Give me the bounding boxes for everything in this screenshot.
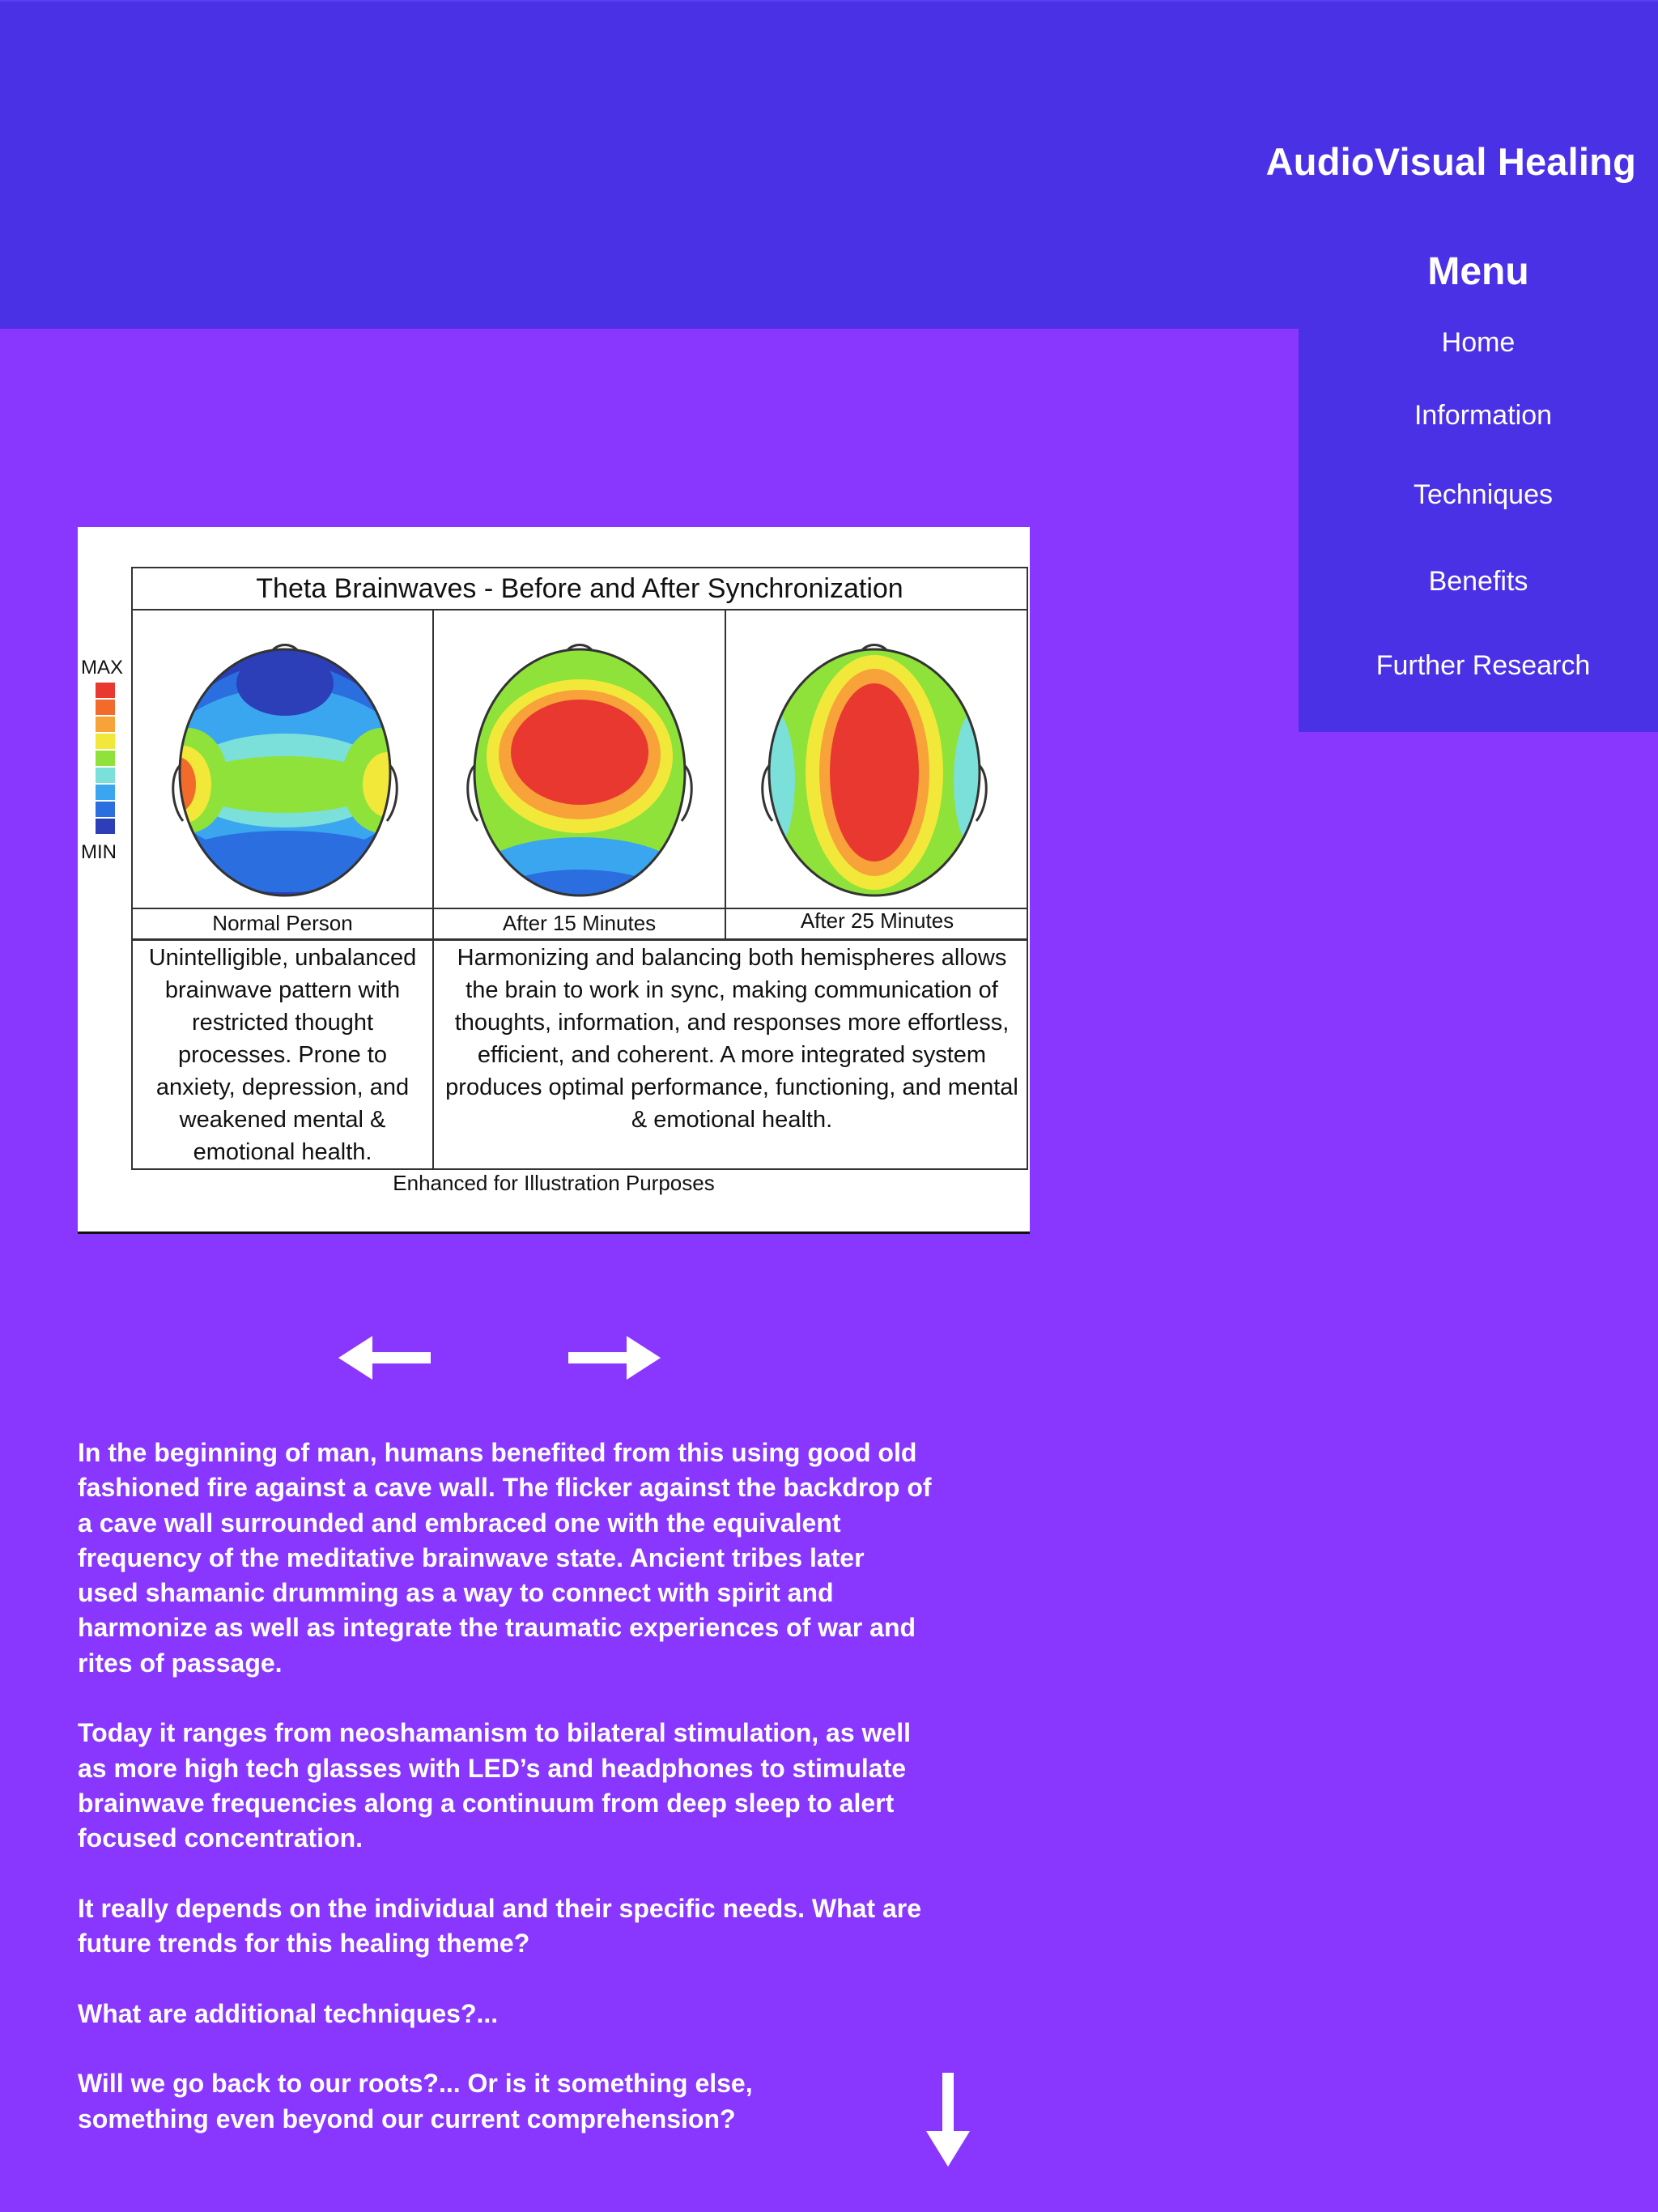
menu-panel: Menu Home Information Techniques Benefit… — [1299, 235, 1658, 732]
divider — [725, 610, 726, 940]
paragraph-techniques: What are additional techniques?... — [78, 1998, 499, 2028]
brainwave-figure: MAX MIN Theta Brainwaves - Before and Af… — [78, 527, 1030, 1234]
figure-title: Theta Brainwaves - Before and After Sync… — [133, 568, 1027, 610]
panel-label-normal: Normal Person — [212, 911, 353, 935]
page: AudioVisual Healing Menu Home Informatio… — [0, 0, 1658, 2212]
menu-item-home[interactable]: Home — [1299, 327, 1658, 359]
site-title[interactable]: AudioVisual Healing — [1266, 139, 1636, 184]
panel-label-15-minutes: After 15 Minutes — [502, 911, 657, 935]
head-map-25-minutes — [761, 644, 988, 897]
scale-swatch — [96, 717, 115, 732]
menu-item-further-research[interactable]: Further Research — [1303, 650, 1658, 682]
color-scale-legend: MAX MIN — [81, 657, 134, 875]
paragraph-individual: It really depends on the individual and … — [78, 1893, 922, 1959]
arrow-left-icon[interactable] — [338, 1336, 431, 1380]
paragraph-today: Today it ranges from neoshamanism to bil… — [78, 1718, 911, 1853]
divider — [432, 610, 434, 1169]
scale-swatch — [96, 785, 115, 800]
menu-item-techniques[interactable]: Techniques — [1303, 479, 1658, 511]
scale-swatch — [96, 751, 115, 766]
description-before: Unintelligible, unbalanced brainwave pat… — [148, 945, 417, 1165]
scale-swatch — [96, 802, 115, 817]
scale-swatch — [96, 734, 115, 749]
panel-label-25-minutes: After 25 Minutes — [800, 908, 954, 933]
scale-swatch — [96, 683, 115, 698]
article-body: In the beginning of man, humans benefite… — [78, 1436, 968, 2172]
arrow-down-icon[interactable] — [926, 2073, 970, 2167]
menu-item-information[interactable]: Information — [1303, 400, 1658, 432]
scale-swatch — [96, 700, 115, 715]
scale-swatch — [96, 819, 115, 834]
scale-swatch — [96, 768, 115, 783]
paragraph-history: In the beginning of man, humans benefite… — [78, 1438, 932, 1678]
description-after: Harmonizing and balancing both hemispher… — [445, 945, 1018, 1133]
menu-item-benefits[interactable]: Benefits — [1299, 566, 1658, 598]
scale-max-label: MAX — [81, 657, 124, 678]
figure-caption: Enhanced for Illustration Purposes — [393, 1171, 715, 1195]
menu-heading: Menu — [1427, 250, 1529, 293]
scale-min-label: MIN — [81, 841, 117, 863]
figure-frame: Theta Brainwaves - Before and After Sync… — [131, 567, 1028, 1170]
arrow-right-icon[interactable] — [568, 1336, 661, 1380]
head-map-normal — [172, 644, 398, 897]
divider — [133, 938, 1028, 941]
paragraph-roots: Will we go back to our roots?... Or is i… — [78, 2069, 753, 2133]
head-map-15-minutes — [466, 644, 693, 897]
